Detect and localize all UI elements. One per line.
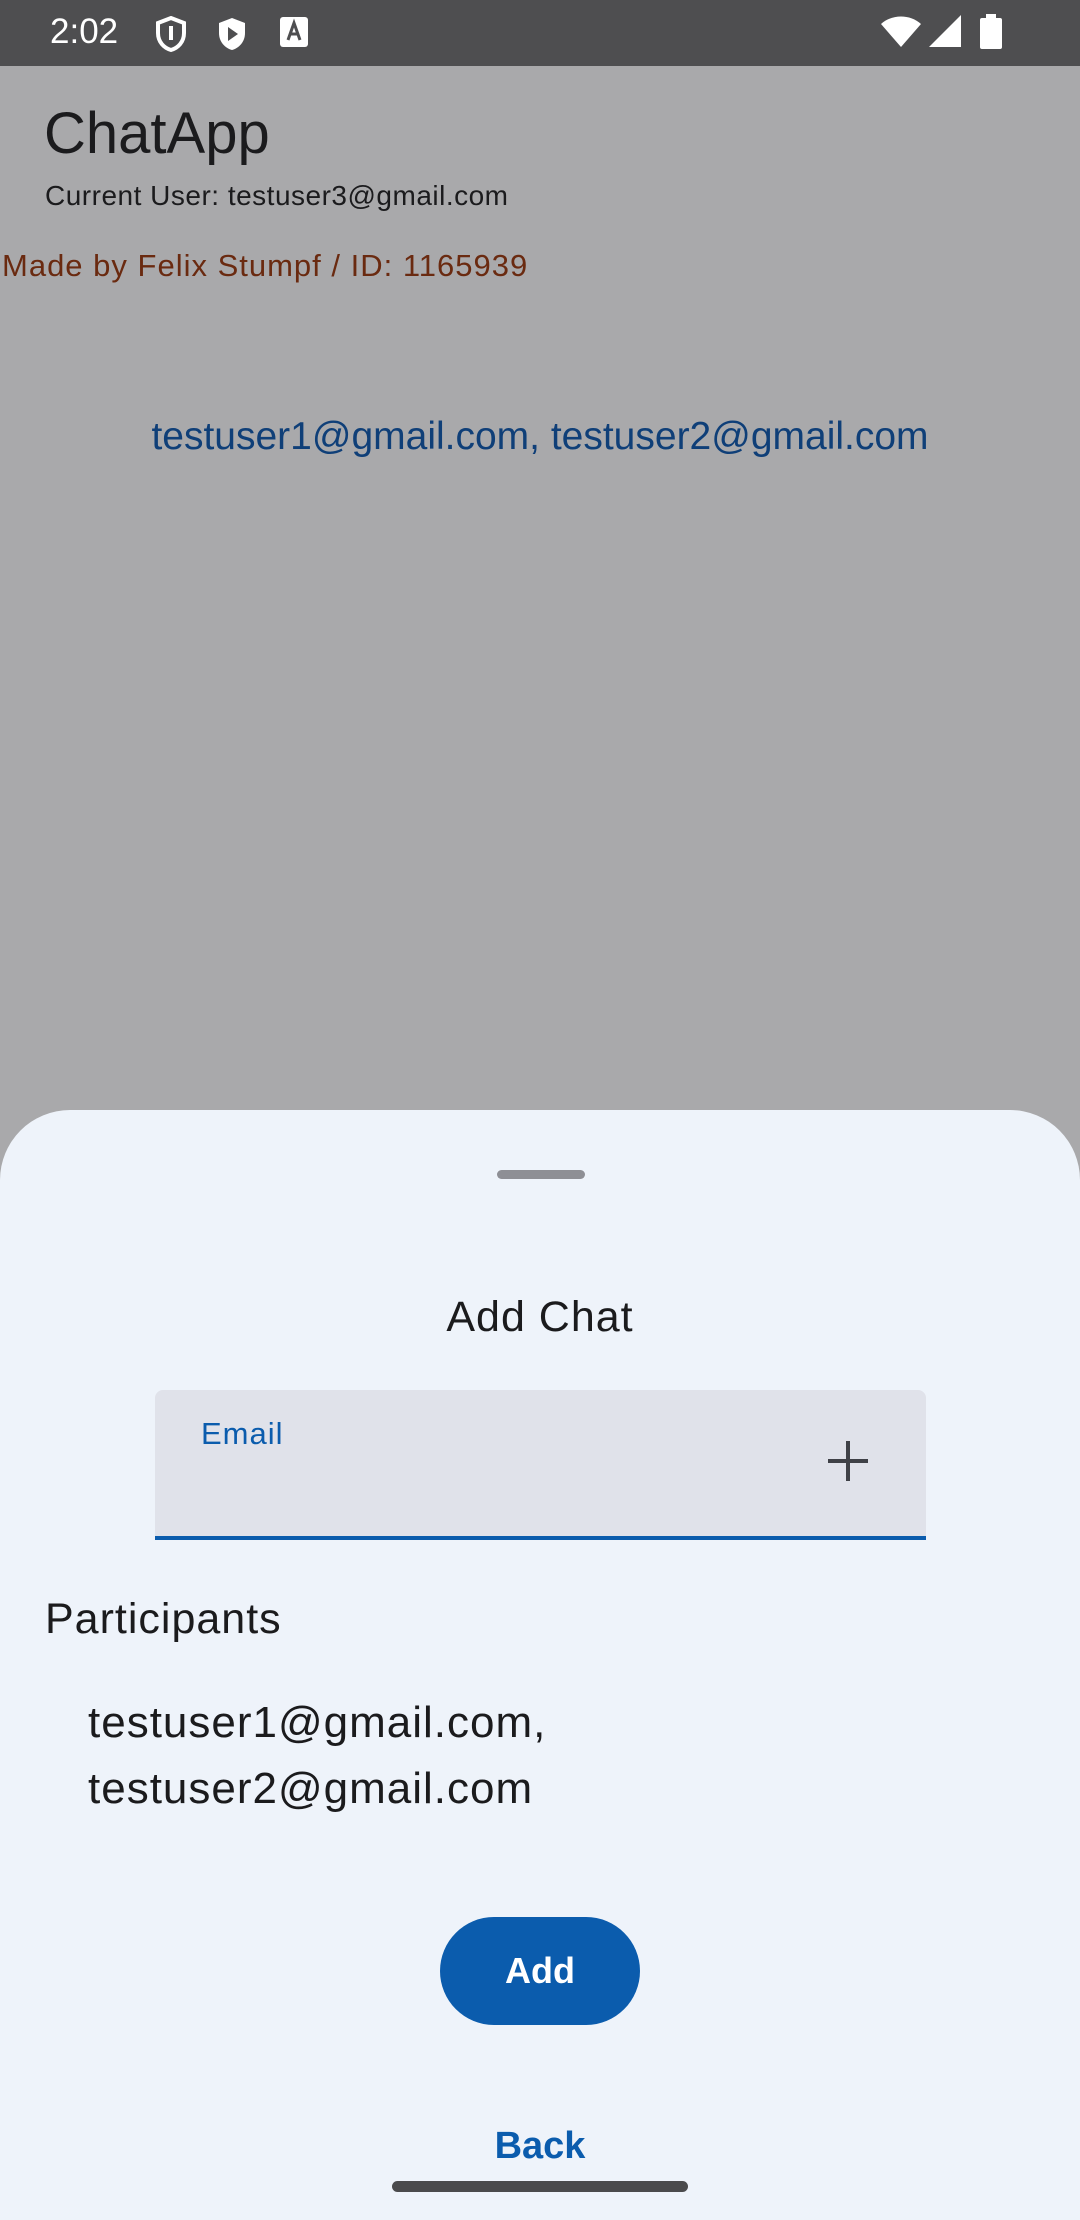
add-chat-bottom-sheet: Add Chat Email Participants testuser1@gm… — [0, 1110, 1080, 2220]
battery-icon — [980, 14, 1002, 49]
email-field-label: Email — [201, 1416, 284, 1451]
drag-handle[interactable] — [497, 1170, 585, 1179]
participants-list: testuser1@gmail.com, testuser2@gmail.com — [88, 1698, 547, 1813]
sheet-title: Add Chat — [446, 1293, 634, 1341]
made-by-text: Made by Felix Stumpf / ID: 1165939 — [2, 248, 529, 283]
current-user-text: Current User: testuser3@gmail.com — [45, 180, 509, 211]
back-button[interactable]: Back — [0, 2125, 1080, 2168]
add-button[interactable]: Add — [440, 1917, 640, 2025]
cellular-signal-icon — [929, 15, 961, 47]
email-field[interactable]: Email — [155, 1390, 926, 1540]
keyboard-a-icon — [280, 17, 308, 47]
email-input[interactable] — [201, 1460, 761, 1516]
participants-label: Participants — [45, 1595, 282, 1643]
plus-icon[interactable] — [825, 1438, 871, 1484]
app-title: ChatApp — [44, 101, 270, 166]
status-bar: 2:02 — [0, 0, 1080, 66]
home-indicator[interactable] — [392, 2181, 688, 2192]
wifi-icon — [881, 16, 921, 47]
shield-play-icon — [219, 18, 245, 50]
shield-outline-icon — [156, 16, 186, 52]
chat-list-item[interactable]: testuser1@gmail.com, testuser2@gmail.com — [0, 415, 1080, 459]
status-time: 2:02 — [50, 12, 119, 51]
